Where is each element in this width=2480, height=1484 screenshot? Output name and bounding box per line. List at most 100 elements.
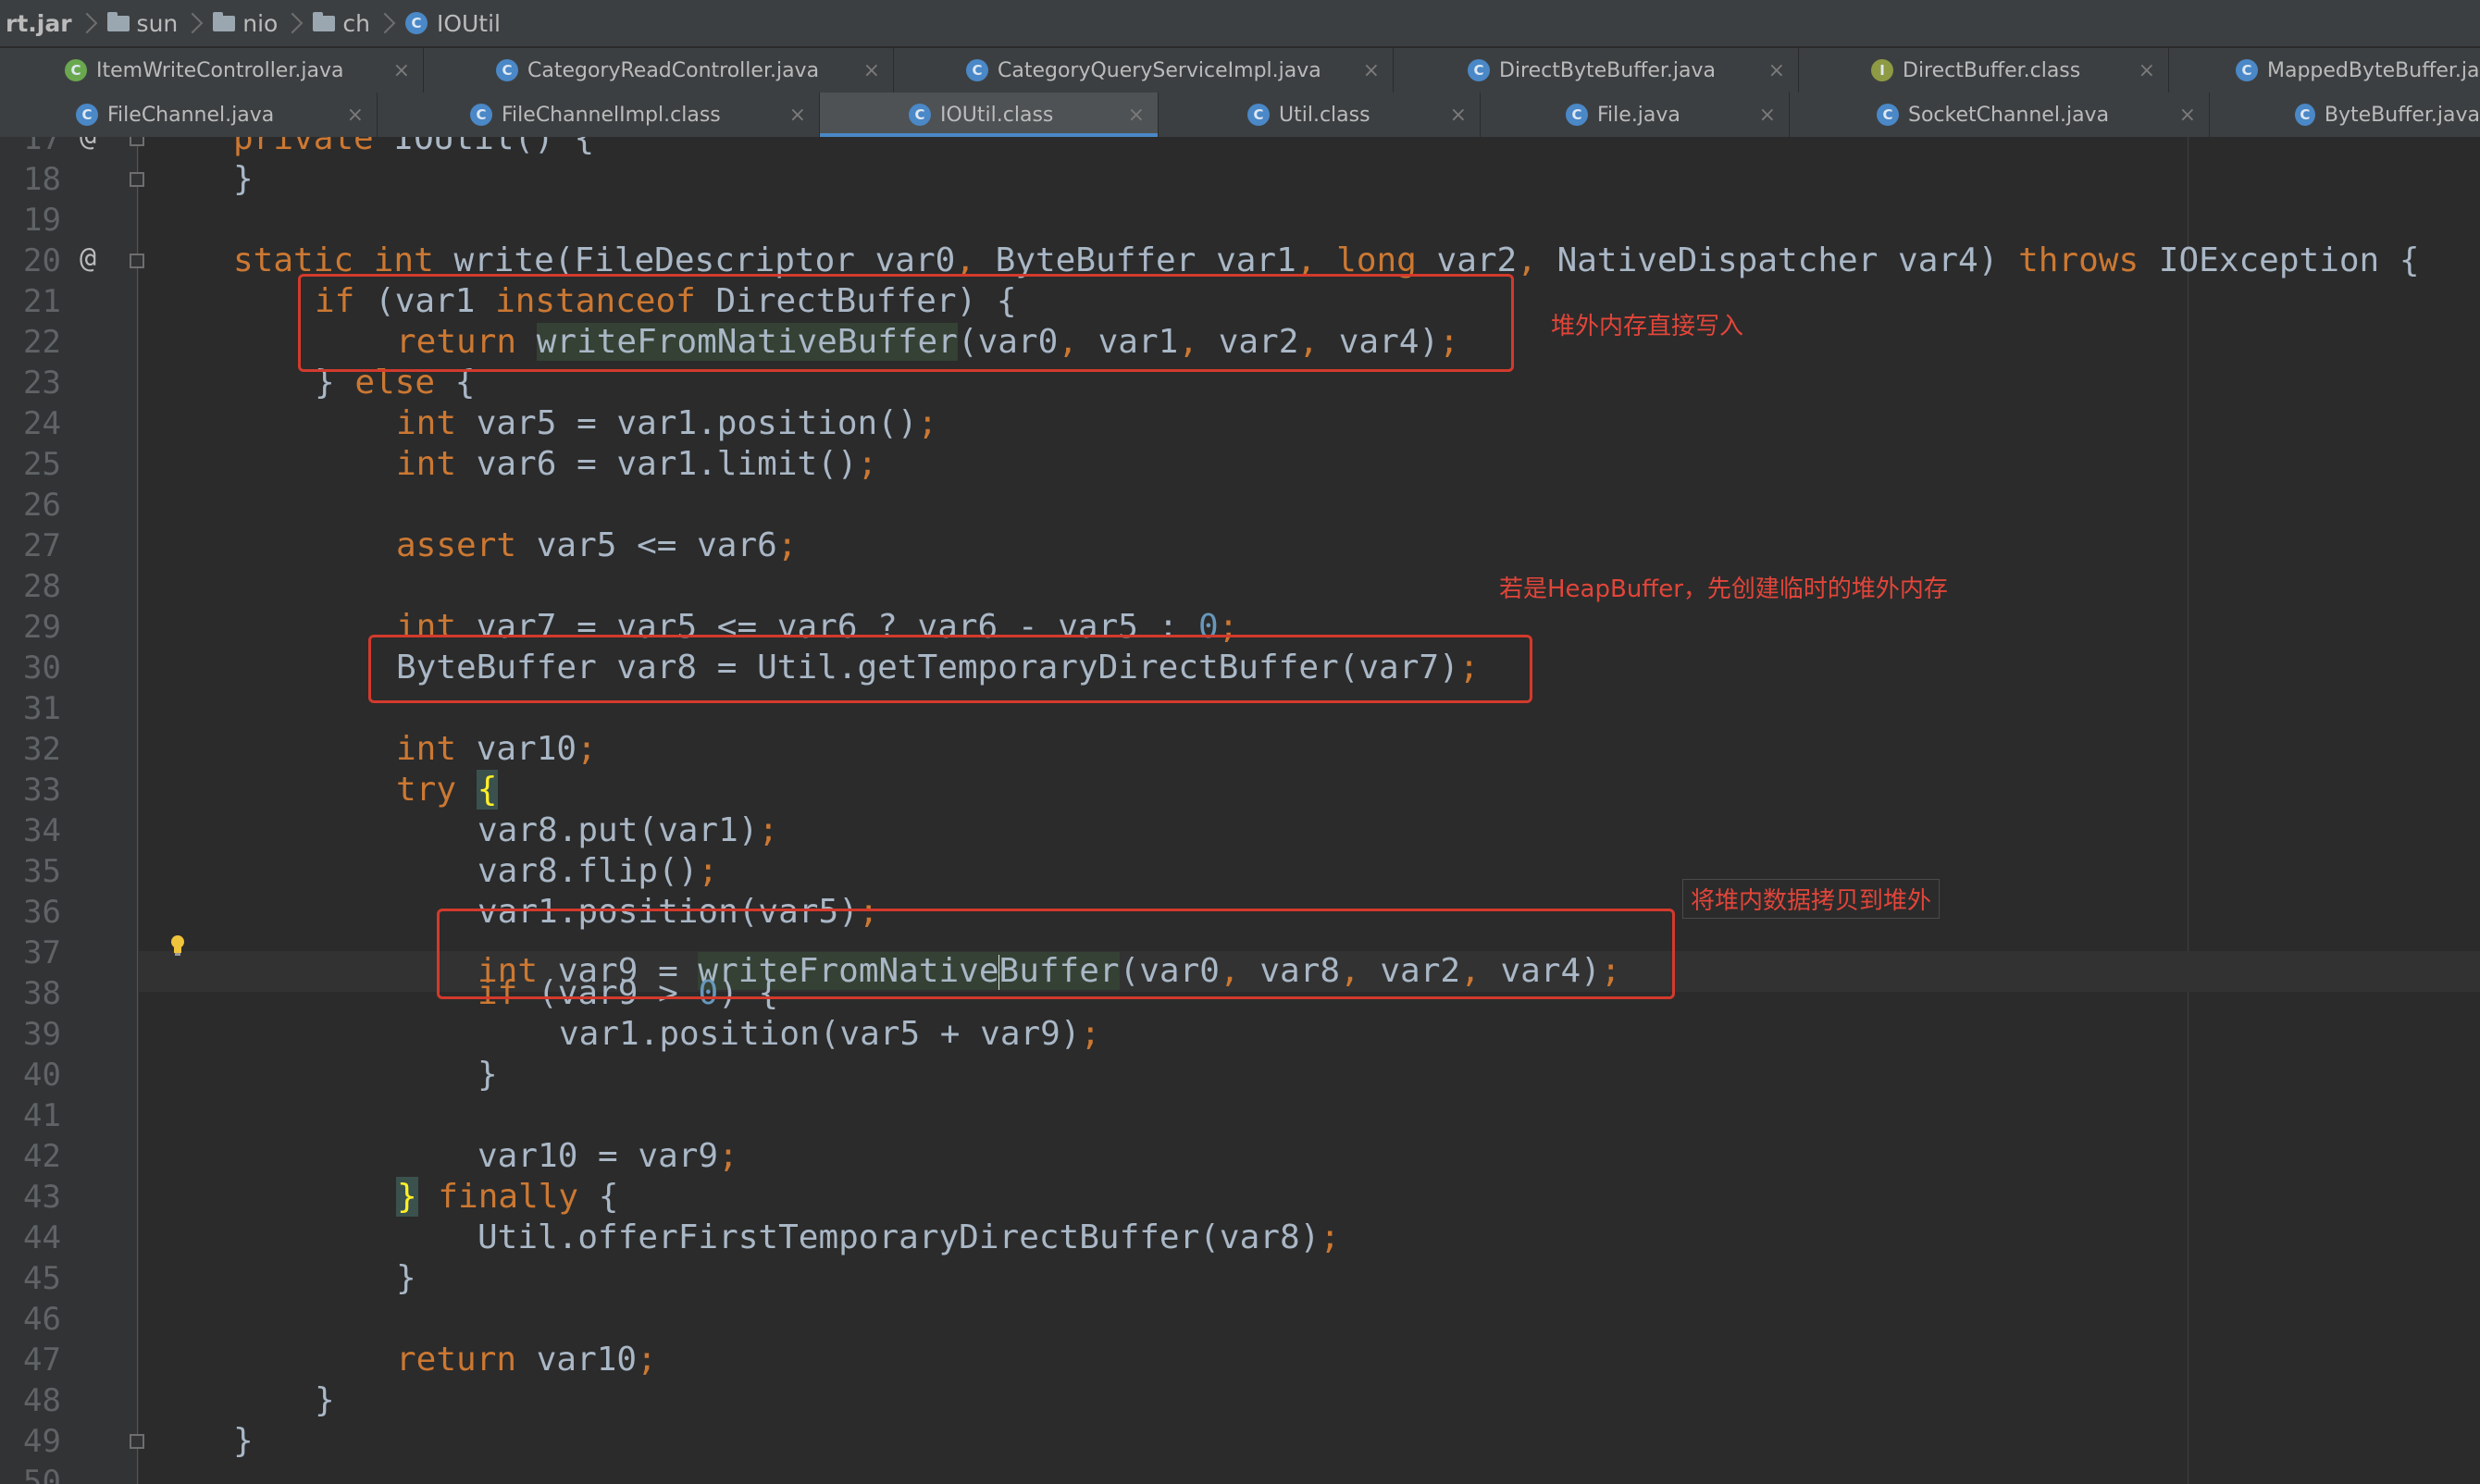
close-icon[interactable]: × [789,104,806,127]
close-icon[interactable]: × [1363,59,1380,82]
code-line[interactable]: } [233,1421,254,1462]
lightbulb-icon[interactable] [169,934,186,957]
class-icon: C [1468,59,1490,81]
annotation-note: 将堆内数据拷贝到堆外 [1682,879,1941,919]
close-icon[interactable]: × [393,59,410,82]
code-line[interactable]: var1.position(var5 + var9); [559,1014,1100,1055]
line-number: 28 [23,568,61,605]
tab-filechannelimpl[interactable]: C FileChannelImpl.class × [378,93,820,137]
tab-ioutil[interactable]: C IOUtil.class × [820,93,1159,137]
line-number: 42 [23,1138,61,1175]
class-icon: C [966,59,988,81]
folder-icon [313,11,336,31]
breadcrumb-item-nio[interactable]: nio [213,0,278,47]
fold-icon[interactable] [130,254,144,268]
line-number: 21 [23,283,61,320]
code-line[interactable]: try { [396,770,499,810]
code-line[interactable]: } [233,159,254,200]
line-number: 32 [23,731,61,768]
breadcrumb-item-ioutil[interactable]: C IOUtil [404,0,501,47]
line-number: 27 [23,527,61,564]
breadcrumb-item-sun[interactable]: sun [106,0,178,47]
class-icon: C [496,59,518,81]
code-line[interactable]: return var10; [396,1340,657,1380]
highlight-box [298,274,1514,372]
line-number: 44 [23,1219,61,1256]
class-icon: C [909,104,931,126]
line-number: 36 [23,894,61,931]
override-marker-icon[interactable]: @ [80,239,96,279]
code-line[interactable]: Util.offerFirstTemporaryDirectBuffer(var… [477,1218,1340,1258]
code-line[interactable]: var8.put(var1); [477,810,778,851]
code-line[interactable]: var10 = var9; [477,1136,738,1177]
code-line[interactable]: int var10; [396,729,597,770]
close-icon[interactable]: × [863,59,880,82]
line-number: 20 [23,242,61,279]
close-icon[interactable]: × [2179,104,2196,127]
code-line[interactable]: var8.flip(); [477,851,718,892]
chevron-right-icon [278,0,313,47]
tab-categoryqueryserviceimpl[interactable]: C CategoryQueryServiceImpl.java × [894,48,1394,93]
fold-icon[interactable] [130,1434,144,1449]
breadcrumb-item-rt-jar[interactable]: rt.jar [6,0,72,47]
tab-directbytebuffer[interactable]: C DirectByteBuffer.java × [1394,48,1799,93]
line-number: 40 [23,1057,61,1094]
code-line[interactable]: } [396,1258,416,1299]
class-icon: C [404,12,428,34]
code-line[interactable]: private IOUtil() { [233,137,594,159]
close-icon[interactable]: × [347,104,364,127]
tab-util[interactable]: C Util.class × [1159,93,1481,137]
line-number: 48 [23,1382,61,1419]
line-number: 24 [23,405,61,442]
tab-socketchannel[interactable]: C SocketChannel.java × [1790,93,2210,137]
tab-file[interactable]: C File.java × [1481,93,1790,137]
line-number: 46 [23,1301,61,1338]
folder-icon [213,11,236,31]
class-icon: C [1877,104,1899,126]
code-editor[interactable]: 17 18 19 20 21 22 23 24 25 26 27 28 29 3… [0,137,2480,1484]
line-number: 19 [23,202,61,239]
line-number: 35 [23,853,61,890]
line-number: 37 [23,934,61,971]
close-icon[interactable]: × [2139,59,2155,82]
code-line[interactable]: int var6 = var1.limit(); [396,444,877,485]
tab-mappedbytebuffer[interactable]: C MappedByteBuffer.java [2169,48,2480,93]
code-line[interactable]: } [477,1055,498,1095]
line-number: 17 [23,137,61,157]
class-icon: C [1247,104,1270,126]
line-number: 38 [23,975,61,1012]
line-number: 49 [23,1423,61,1460]
highlight-box [437,909,1675,999]
close-icon[interactable]: × [1759,104,1776,127]
line-number: 26 [23,487,61,524]
code-line[interactable]: assert var5 <= var6; [396,526,798,566]
annotation-note: 堆外内存直接写入 [1551,313,1744,340]
tab-bytebuffer[interactable]: C ByteBuffer.java [2210,93,2480,137]
class-icon: C [65,59,87,81]
class-icon: C [2295,104,2315,126]
close-icon[interactable]: × [1128,104,1145,127]
code-line[interactable]: } [315,1380,335,1421]
tab-categoryreadcontroller[interactable]: C CategoryReadController.java × [424,48,894,93]
line-number: 34 [23,812,61,849]
editor-tabs-row-2: C FileChannel.java × C FileChannelImpl.c… [0,93,2480,138]
tab-directbuffer[interactable]: I DirectBuffer.class × [1799,48,2169,93]
fold-icon[interactable] [130,137,144,146]
line-number: 23 [23,365,61,402]
editor-tabs-row-1: C ItemWriteController.java × C CategoryR… [0,48,2480,93]
tab-itemwritecontroller[interactable]: C ItemWriteController.java × [0,48,424,93]
annotation-note: 若是HeapBuffer，先创建临时的堆外内存 [1499,575,1948,603]
line-number: 31 [23,690,61,727]
line-number: 50 [23,1464,61,1484]
breadcrumb-item-ch[interactable]: ch [313,0,370,47]
override-marker-icon[interactable]: @ [80,137,96,157]
line-number: 41 [23,1097,61,1134]
code-line[interactable]: int var5 = var1.position(); [396,403,937,444]
close-icon[interactable]: × [1768,59,1785,82]
fold-icon[interactable] [130,172,144,187]
chevron-right-icon [72,0,107,47]
close-icon[interactable]: × [1450,104,1467,127]
tab-filechannel[interactable]: C FileChannel.java × [0,93,378,137]
code-line[interactable]: } finally { [396,1177,618,1218]
right-margin-guide [2188,137,2189,1484]
